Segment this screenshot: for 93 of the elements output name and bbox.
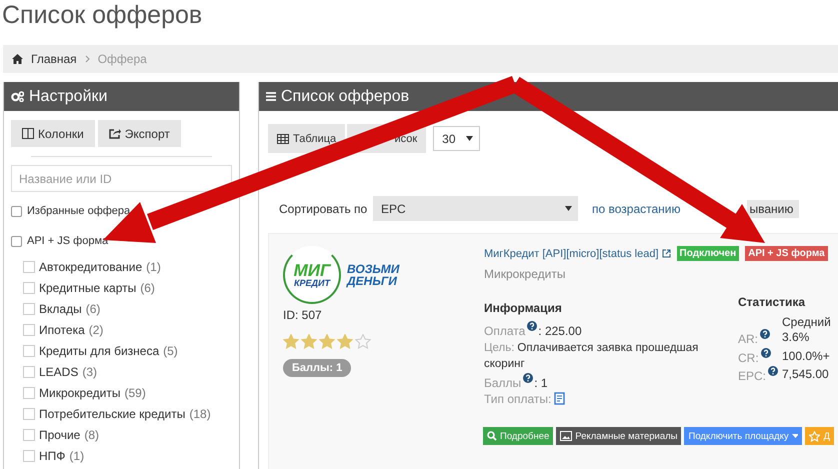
image-icon xyxy=(560,431,572,441)
star-icon xyxy=(337,334,353,349)
home-icon xyxy=(12,54,23,64)
gears-icon xyxy=(11,91,24,102)
score-pill: Баллы: 1 xyxy=(283,359,352,377)
caret-icon xyxy=(565,206,572,211)
offer-link[interactable]: МигКредит [API][micro][status lead] xyxy=(484,248,671,260)
star-icon xyxy=(283,334,299,349)
chevron-right-icon xyxy=(84,55,90,63)
menu-icon xyxy=(266,92,276,101)
share-icon xyxy=(108,128,121,139)
star-icon xyxy=(301,334,317,349)
action-button[interactable]: Рекламные материалы xyxy=(556,427,682,445)
section-title: Информация xyxy=(484,301,562,315)
checkbox[interactable] xyxy=(23,282,35,294)
stat-value: 3.6% xyxy=(782,330,810,344)
section-title: Статистика xyxy=(738,295,806,309)
help-icon[interactable] xyxy=(768,366,778,376)
caret-icon xyxy=(466,136,474,141)
external-link-icon xyxy=(662,249,671,258)
category-count: (6) xyxy=(140,280,155,294)
star-icon xyxy=(319,334,335,349)
toolbar-button[interactable]: Экспорт xyxy=(98,120,181,147)
document-icon[interactable] xyxy=(554,392,566,405)
sort-order-link[interactable]: по возрастанию xyxy=(589,200,686,218)
stat-value: 7,545.00 xyxy=(782,367,829,381)
help-icon[interactable] xyxy=(523,372,534,382)
checkbox[interactable] xyxy=(23,366,35,378)
stat-value: 100.0%+ xyxy=(782,348,830,362)
checkbox[interactable] xyxy=(23,386,35,398)
offer-id: ID: 507 xyxy=(283,308,322,322)
empty-star-icon xyxy=(355,334,371,349)
category-label[interactable]: Кредиты для бизнеса xyxy=(39,344,160,358)
checkbox[interactable] xyxy=(23,344,35,356)
category-count: (8) xyxy=(84,428,100,442)
toolbar-button[interactable]: Колонки xyxy=(11,120,95,147)
category-label[interactable]: Вклады xyxy=(39,302,82,316)
page-title: Список офферов xyxy=(1,0,204,31)
panel-title: Настройки xyxy=(29,88,108,106)
category-label[interactable]: Прочие xyxy=(39,428,80,442)
help-icon[interactable] xyxy=(760,329,770,339)
column-header: Средний xyxy=(782,315,832,329)
checkbox[interactable] xyxy=(23,428,35,440)
info-label: Тип оплаты: xyxy=(484,392,552,406)
checkbox[interactable] xyxy=(11,236,22,246)
sort-order-link[interactable]: ыванию xyxy=(746,200,800,218)
checkbox[interactable] xyxy=(23,450,35,462)
info-value: : 225.00 xyxy=(538,324,582,338)
sort-label: Сортировать по xyxy=(279,202,368,216)
category-label[interactable]: Микрокредиты xyxy=(39,386,120,400)
stat-label: AR: xyxy=(738,332,758,346)
category-label[interactable]: LEADS xyxy=(39,364,78,378)
category-label[interactable]: Кредитные карты xyxy=(39,280,136,294)
stat-label: EPC: xyxy=(738,369,766,383)
filter-checkbox[interactable]: Избранные оффера xyxy=(11,196,232,226)
category-count: (6) xyxy=(86,302,100,316)
sort-select[interactable]: EPC xyxy=(373,196,578,221)
category-label[interactable]: Ипотека xyxy=(39,322,85,336)
offer-category: Микрокредиты xyxy=(484,267,566,281)
checkbox[interactable] xyxy=(11,206,22,216)
category-label[interactable]: Потребительские кредиты xyxy=(39,406,186,420)
checkbox[interactable] xyxy=(23,324,35,336)
category-count: (1) xyxy=(69,448,84,462)
star-icon xyxy=(809,430,820,442)
info-label: Баллы xyxy=(484,376,522,390)
caret-icon xyxy=(792,434,798,438)
columns-icon xyxy=(22,128,34,139)
status-label: API + JS форма xyxy=(745,246,828,261)
help-icon[interactable] xyxy=(527,321,538,331)
info-label: Оплата xyxy=(484,324,526,338)
status-label: Подключен xyxy=(676,246,740,261)
table-icon xyxy=(277,134,289,144)
filter-checkbox[interactable]: API + JS форма xyxy=(11,226,232,256)
search-icon xyxy=(487,431,497,441)
info-value: : 1 xyxy=(534,376,548,390)
goal-text: Цель: Оплачивается заявка прошедшая скоринг xyxy=(484,340,700,372)
checkbox[interactable] xyxy=(23,302,35,314)
checkbox[interactable] xyxy=(23,408,35,420)
category-count: (5) xyxy=(163,344,178,358)
panel-title: Список офферов xyxy=(281,88,410,106)
category-count: (1) xyxy=(146,260,161,274)
category-label[interactable]: Автокредитование xyxy=(39,260,142,274)
category-label[interactable]: НПФ xyxy=(39,448,66,462)
checkbox[interactable] xyxy=(23,260,35,272)
page-size-select[interactable]: 30 xyxy=(433,126,480,151)
category-count: (2) xyxy=(88,322,104,336)
category-count: (3) xyxy=(82,364,98,378)
help-icon[interactable] xyxy=(760,348,771,358)
category-count: (59) xyxy=(124,386,146,400)
search-field[interactable]: Название или ID xyxy=(11,165,232,192)
stat-label: CR: xyxy=(738,350,759,364)
category-count: (18) xyxy=(189,406,211,420)
breadcrumb-link[interactable]: Главная xyxy=(31,52,77,66)
